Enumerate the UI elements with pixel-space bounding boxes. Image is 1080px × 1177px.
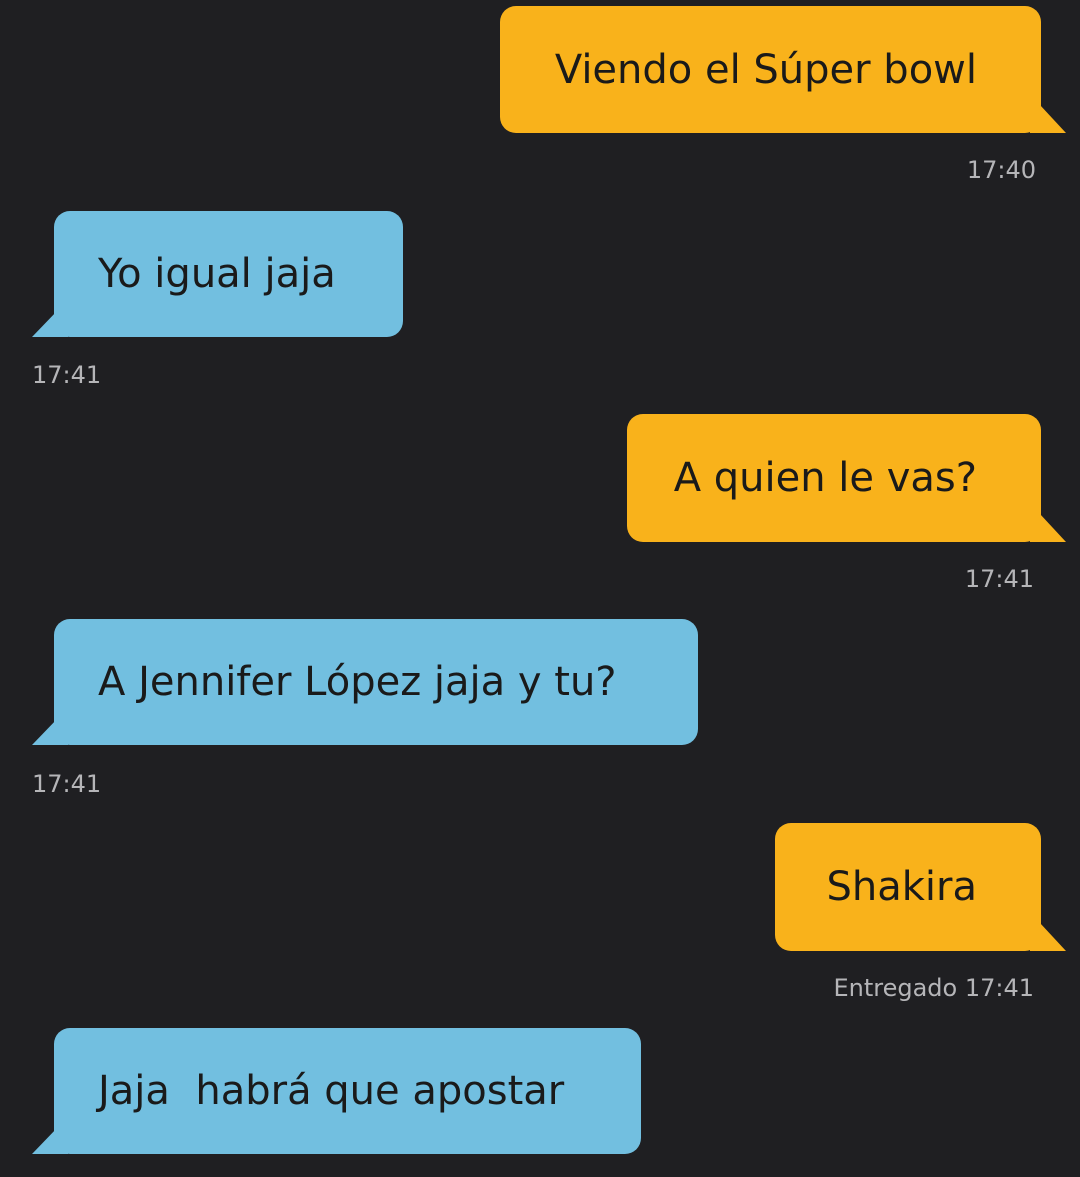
- message-bubble-incoming[interactable]: A Jennifer López jaja y tu?: [54, 619, 698, 745]
- message-status: Entregado 17:41: [833, 974, 1034, 1002]
- message-text: A quien le vas?: [673, 455, 977, 501]
- bubble-tail: [1030, 923, 1066, 951]
- bubble-tail: [32, 718, 68, 745]
- message-timestamp: 17:41: [964, 565, 1034, 593]
- message-text: Yo igual jaja: [98, 251, 336, 297]
- message-bubble-outgoing[interactable]: A quien le vas?: [627, 414, 1041, 542]
- message-bubble-outgoing[interactable]: Shakira: [775, 823, 1041, 951]
- chat-thread: Viendo el Súper bowl 17:40 Yo igual jaja…: [0, 0, 1080, 1177]
- bubble-tail: [32, 310, 68, 337]
- message-bubble-incoming[interactable]: Yo igual jaja: [54, 211, 403, 337]
- message-text: Jaja habrá que apostar: [98, 1068, 565, 1114]
- message-timestamp: 17:41: [964, 974, 1034, 1002]
- delivery-status: Entregado: [833, 974, 958, 1002]
- message-timestamp: 17:41: [32, 361, 102, 389]
- message-bubble-incoming[interactable]: Jaja habrá que apostar: [54, 1028, 641, 1154]
- bubble-tail: [1030, 514, 1066, 542]
- message-bubble-outgoing[interactable]: Viendo el Súper bowl: [500, 6, 1041, 133]
- message-text: Shakira: [826, 864, 978, 910]
- message-timestamp: 17:41: [32, 770, 102, 798]
- bubble-tail: [1030, 105, 1066, 133]
- message-text: Viendo el Súper bowl: [554, 46, 977, 93]
- message-text: A Jennifer López jaja y tu?: [98, 659, 617, 705]
- bubble-tail: [32, 1127, 68, 1154]
- message-timestamp: 17:40: [966, 156, 1036, 184]
